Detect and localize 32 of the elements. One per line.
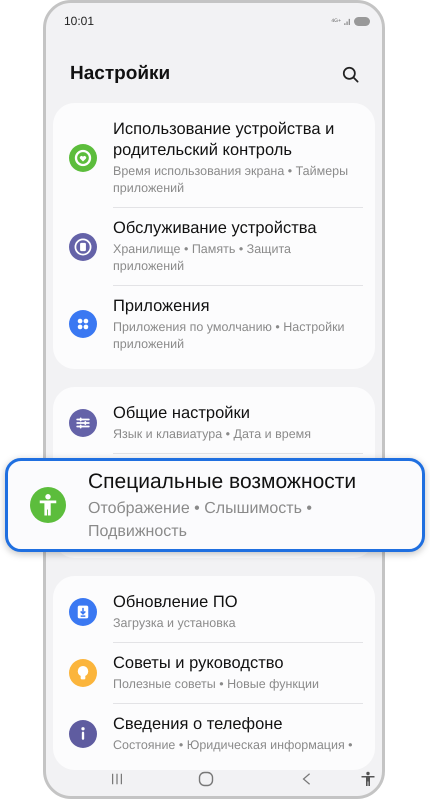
item-subtitle: Полезные советы • Новые функции (113, 676, 320, 692)
home-icon[interactable] (198, 770, 214, 787)
battery-icon (354, 16, 370, 26)
search-icon[interactable] (341, 64, 360, 84)
item-subtitle: Время использования экрана • Таймеры приложений (113, 162, 350, 196)
item-title: Обновление ПО (113, 592, 239, 612)
recent-apps-icon[interactable] (110, 772, 124, 786)
item-subtitle: Загрузка и установка (113, 614, 237, 632)
setting-item[interactable]: Сведения о телефоне Состояние • Юридическая информация • (53, 704, 375, 764)
page-title: Настройки (70, 62, 170, 86)
item-title: Специальные возможности (88, 468, 358, 494)
setting-item[interactable]: Обновление ПО Загрузка и установка (53, 582, 375, 642)
item-subtitle: Хранилище • Память • Защита приложений (113, 240, 292, 274)
item-title: Приложения (113, 296, 211, 316)
setting-item[interactable]: Обслуживание устройства Хранилище • Память • Защита приложений (53, 208, 375, 286)
item-title: Использование устройства и родительский контроль (113, 118, 336, 160)
item-subtitle: Приложения по умолчанию • Настройки приложений (113, 318, 346, 352)
item-subtitle: Язык и клавиатура • Дата и время (113, 426, 312, 442)
setting-item[interactable]: Использование устройства и родительский контроль Время использования экрана • Таймеры приложений (53, 108, 375, 208)
item-subtitle: Состояние • Юридическая информация • (113, 736, 354, 754)
item-title: Сведения о телефоне (113, 714, 284, 734)
highlighted-setting-item[interactable]: Специальные возможности Отображение • Слышимость • Подвижность (5, 458, 425, 552)
signal-icon (344, 18, 351, 24)
item-title: Обслуживание устройства (113, 218, 318, 238)
status-time: 10:01 (64, 13, 94, 30)
item-subtitle: Отображение • Слышимость • Подвижность (88, 498, 313, 542)
setting-item[interactable]: Советы и руководство Полезные советы • Новые функции (53, 642, 375, 704)
setting-item[interactable]: Общие настройки Язык и клавиатура • Дата и время (53, 392, 375, 454)
setting-item[interactable]: Приложения Приложения по умолчанию • Настройки приложений (53, 286, 375, 362)
accessibility-icon[interactable] (360, 770, 376, 787)
item-title: Советы и руководство (113, 652, 285, 674)
item-title: Общие настройки (113, 402, 251, 424)
